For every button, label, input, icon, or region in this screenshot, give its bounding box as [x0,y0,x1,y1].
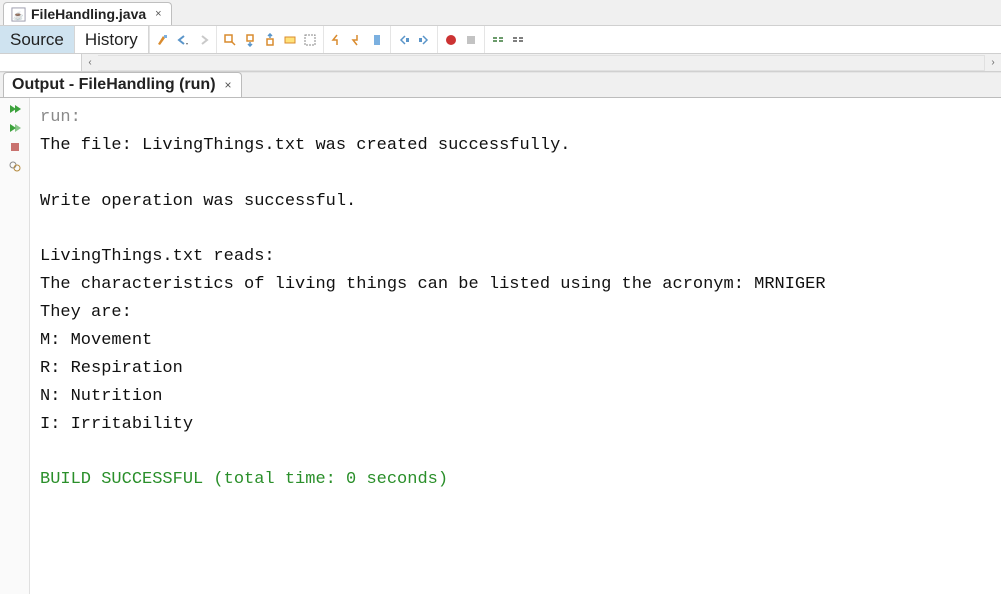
console-line: R: Respiration [40,359,183,378]
toolbar-group-bookmark [323,26,390,53]
file-tab-label: FileHandling.java [31,6,146,22]
close-icon[interactable]: × [222,78,232,92]
editor-toolbar: Source History [0,26,1001,54]
stop-icon[interactable] [6,140,24,154]
console-line: Write operation was successful. [40,192,356,211]
last-edit-icon[interactable] [154,31,172,49]
toggle-bookmark-icon[interactable] [368,31,386,49]
mode-tab-history[interactable]: History [75,26,149,53]
java-file-icon: ☕ [11,7,26,22]
file-tab-filehandling[interactable]: ☕ FileHandling.java × [3,2,172,25]
close-icon[interactable]: × [151,8,161,20]
editor-gutter-strip [0,54,82,71]
toggle-highlight-icon[interactable] [281,31,299,49]
toolbar-group-comment [484,26,531,53]
console-line: LivingThings.txt reads: [40,247,275,266]
output-gutter [0,98,30,594]
prev-bookmark-icon[interactable] [328,31,346,49]
toolbar-group-find [216,26,323,53]
find-next-icon[interactable] [261,31,279,49]
output-panel: run: The file: LivingThings.txt was crea… [0,98,1001,594]
forward-icon[interactable] [194,31,212,49]
svg-text:☕: ☕ [13,10,24,20]
back-dropdown-icon[interactable] [174,31,192,49]
editor-hscroll: ‹ › [0,54,1001,72]
mode-tab-source[interactable]: Source [0,26,75,53]
output-tab[interactable]: Output - FileHandling (run) × [3,72,242,97]
ant-settings-icon[interactable] [6,159,24,173]
output-tab-bar: Output - FileHandling (run) × [0,72,1001,98]
uncomment-icon[interactable] [509,31,527,49]
stop-macro-icon[interactable] [462,31,480,49]
console-run-label: run: [40,108,81,127]
toggle-rect-select-icon[interactable] [301,31,319,49]
console-line: I: Irritability [40,415,193,434]
console-output[interactable]: run: The file: LivingThings.txt was crea… [30,98,1001,594]
shift-right-icon[interactable] [415,31,433,49]
console-line: The file: LivingThings.txt was created s… [40,136,571,155]
next-bookmark-icon[interactable] [348,31,366,49]
console-line: M: Movement [40,331,152,350]
scroll-left-icon[interactable]: ‹ [82,55,98,71]
console-build-success: BUILD SUCCESSFUL (total time: 0 seconds) [40,470,448,489]
toolbar-group-shift [390,26,437,53]
rerun-alt-icon[interactable] [6,121,24,135]
rerun-icon[interactable] [6,102,24,116]
find-selection-icon[interactable] [221,31,239,49]
file-tab-bar: ☕ FileHandling.java × [0,0,1001,26]
toolbar-group-navigate [149,26,216,53]
shift-left-icon[interactable] [395,31,413,49]
scrollbar-track[interactable] [98,55,985,71]
start-macro-icon[interactable] [442,31,460,49]
console-line: The characteristics of living things can… [40,275,826,294]
scroll-right-icon[interactable]: › [985,55,1001,71]
find-prev-icon[interactable] [241,31,259,49]
output-tab-label: Output - FileHandling (run) [12,76,216,94]
console-line: N: Nutrition [40,387,162,406]
toolbar-group-macro [437,26,484,53]
comment-icon[interactable] [489,31,507,49]
console-line: They are: [40,303,132,322]
